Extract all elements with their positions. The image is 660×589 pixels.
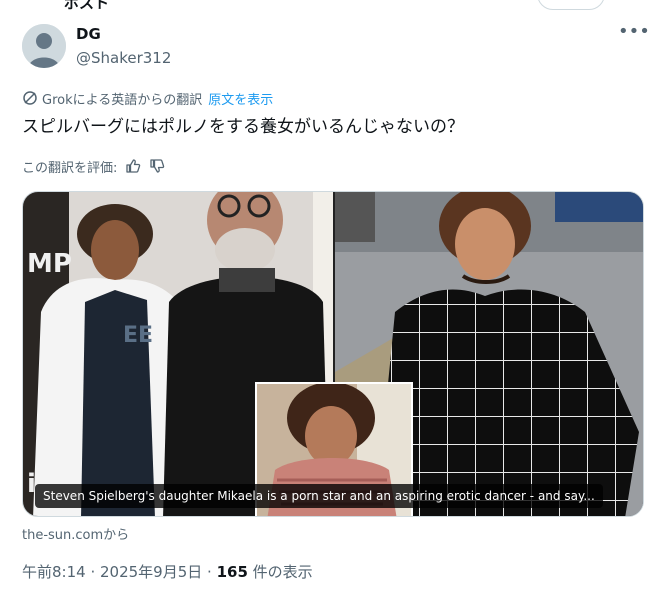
- more-horizontal-icon[interactable]: •••: [618, 23, 650, 41]
- top-bar-title: ポスト: [64, 0, 110, 12]
- tweet-meta: 午前8:14 · 2025年9月5日 · 165 件の表示: [22, 561, 313, 582]
- link-card-caption: Steven Spielberg's daughter Mikaela is a…: [35, 484, 603, 508]
- translation-note: Grokによる英語からの翻訳 原文を表示: [22, 89, 273, 108]
- rate-translation-label: この翻訳を評価:: [22, 160, 118, 176]
- show-original-link[interactable]: 原文を表示: [208, 89, 273, 108]
- tweet-text: スピルバーグにはポルノをする養女がいるんじゃないの？: [22, 117, 464, 137]
- thumbs-down-icon[interactable]: [149, 158, 165, 174]
- views-label: 件の表示: [247, 563, 313, 581]
- thumbs-up-icon[interactable]: [125, 158, 141, 174]
- link-card-image[interactable]: MP iP EE: [22, 191, 644, 517]
- tweet-date[interactable]: 2025年9月5日: [100, 563, 202, 581]
- tweet-time[interactable]: 午前8:14: [22, 563, 86, 581]
- author-name[interactable]: DG: [76, 25, 101, 43]
- grok-icon: [23, 91, 37, 105]
- translation-label: Grokによる英語からの翻訳: [42, 92, 203, 108]
- meta-separator: ·: [85, 563, 100, 581]
- avatar[interactable]: [22, 24, 66, 68]
- views-count: 165: [216, 563, 248, 581]
- meta-separator: ·: [202, 563, 217, 581]
- top-bar-button[interactable]: [537, 0, 605, 10]
- author-handle[interactable]: @Shaker312: [76, 49, 171, 67]
- rate-translation: この翻訳を評価:: [22, 156, 165, 176]
- svg-text:MP: MP: [27, 249, 72, 279]
- default-avatar-icon: [22, 24, 66, 68]
- svg-text:EE: EE: [123, 323, 153, 348]
- link-card-source[interactable]: the-sun.comから: [22, 524, 129, 543]
- top-bar: ポスト: [0, 0, 660, 14]
